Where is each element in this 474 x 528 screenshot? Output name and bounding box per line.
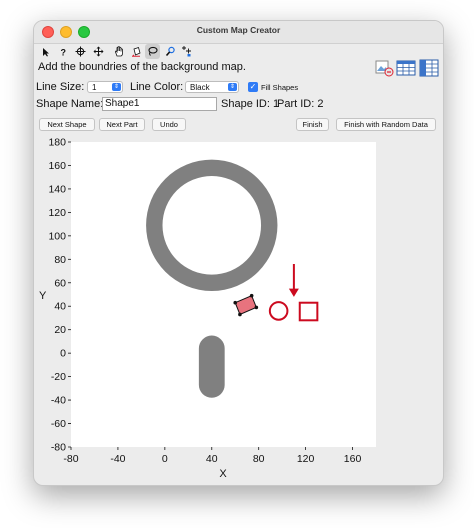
line-size-label: Line Size: (36, 81, 85, 93)
magnifier-handle-shape (198, 335, 225, 398)
y-tick-label: 20 (54, 324, 66, 336)
shape-id-text: Shape ID: 1 (221, 98, 280, 110)
app-window: Custom Map Creator ? Add the boundries o… (33, 20, 444, 486)
x-tick-label: 160 (344, 453, 362, 465)
vertex-handle (233, 300, 238, 305)
toolbar: ? (34, 43, 443, 77)
instruction-text: Add the boundries of the background map. (38, 61, 246, 73)
y-tick-label: 120 (48, 207, 66, 219)
vertex-handle (249, 293, 254, 298)
arrow-pointer-icon[interactable] (38, 44, 53, 59)
next-shape-button[interactable]: Next Shape (39, 118, 95, 131)
crosshair-icon[interactable] (73, 44, 88, 59)
vertex-handle (254, 305, 259, 310)
y-tick-label: 180 (48, 137, 66, 149)
finish-random-data-button[interactable]: Finish with Random Data (336, 118, 436, 131)
bucket-icon[interactable] (129, 44, 144, 59)
line-color-value: Black (190, 83, 210, 92)
x-tick-label: 0 (162, 453, 168, 465)
y-axis-label: Y (39, 290, 47, 302)
plot-area (71, 142, 376, 447)
x-tick-label: -40 (110, 453, 125, 465)
fill-shapes-label: Fill Shapes (261, 83, 299, 92)
data-cursor-icon[interactable] (179, 44, 194, 59)
shape-name-label: Shape Name: (36, 98, 104, 110)
title-bar: Custom Map Creator (34, 21, 443, 44)
y-tick-label: 100 (48, 230, 66, 242)
table-columns-icon[interactable] (419, 59, 439, 77)
vertex-handle (238, 312, 242, 317)
line-size-select[interactable]: 1 ⇕ (87, 81, 123, 93)
line-size-value: 1 (92, 83, 97, 92)
y-tick-label: -20 (51, 371, 66, 383)
zoom-icon[interactable] (163, 44, 178, 59)
next-part-button[interactable]: Next Part (99, 118, 145, 131)
part-id-text: Part ID: 2 (277, 98, 324, 110)
line-color-select[interactable]: Black ⇕ (185, 81, 239, 93)
chevron-updown-icon: ⇕ (228, 83, 237, 91)
x-tick-label: 80 (253, 453, 265, 465)
x-tick-label: 120 (297, 453, 315, 465)
y-tick-label: -40 (51, 395, 66, 407)
map-plot[interactable]: 180 160 140 120 100 80 60 40 20 0 -20 -40 -60 -80 -80… (34, 133, 443, 483)
image-export-icon[interactable] (374, 59, 394, 77)
y-tick-label: -80 (51, 442, 66, 454)
y-tick-label: 40 (54, 301, 66, 313)
y-tick-label: 160 (48, 160, 66, 172)
checkmark-icon: ✓ (249, 82, 257, 91)
undo-button[interactable]: Undo (152, 118, 186, 131)
y-tick-label: 0 (60, 348, 66, 360)
y-tick-label: 80 (54, 254, 66, 266)
lasso-icon[interactable] (145, 44, 160, 59)
shape-name-input[interactable]: Shape1 (102, 97, 217, 111)
chevron-updown-icon: ⇕ (112, 83, 121, 91)
question-icon[interactable]: ? (55, 44, 70, 59)
x-axis-label: X (219, 468, 227, 480)
y-tick-label: 140 (48, 183, 66, 195)
move-icon[interactable] (91, 44, 106, 59)
y-tick-label: 60 (54, 277, 66, 289)
svg-text:?: ? (60, 47, 66, 57)
line-color-label: Line Color: (130, 81, 184, 93)
fill-shapes-checkbox[interactable]: ✓ (248, 82, 258, 92)
window-title: Custom Map Creator (196, 25, 281, 35)
y-tick-label: -60 (51, 418, 66, 430)
x-tick-label: -80 (63, 453, 78, 465)
finish-button[interactable]: Finish (296, 118, 329, 131)
x-tick-label: 40 (206, 453, 218, 465)
table-icon[interactable] (396, 59, 416, 77)
hand-icon[interactable] (112, 44, 127, 59)
